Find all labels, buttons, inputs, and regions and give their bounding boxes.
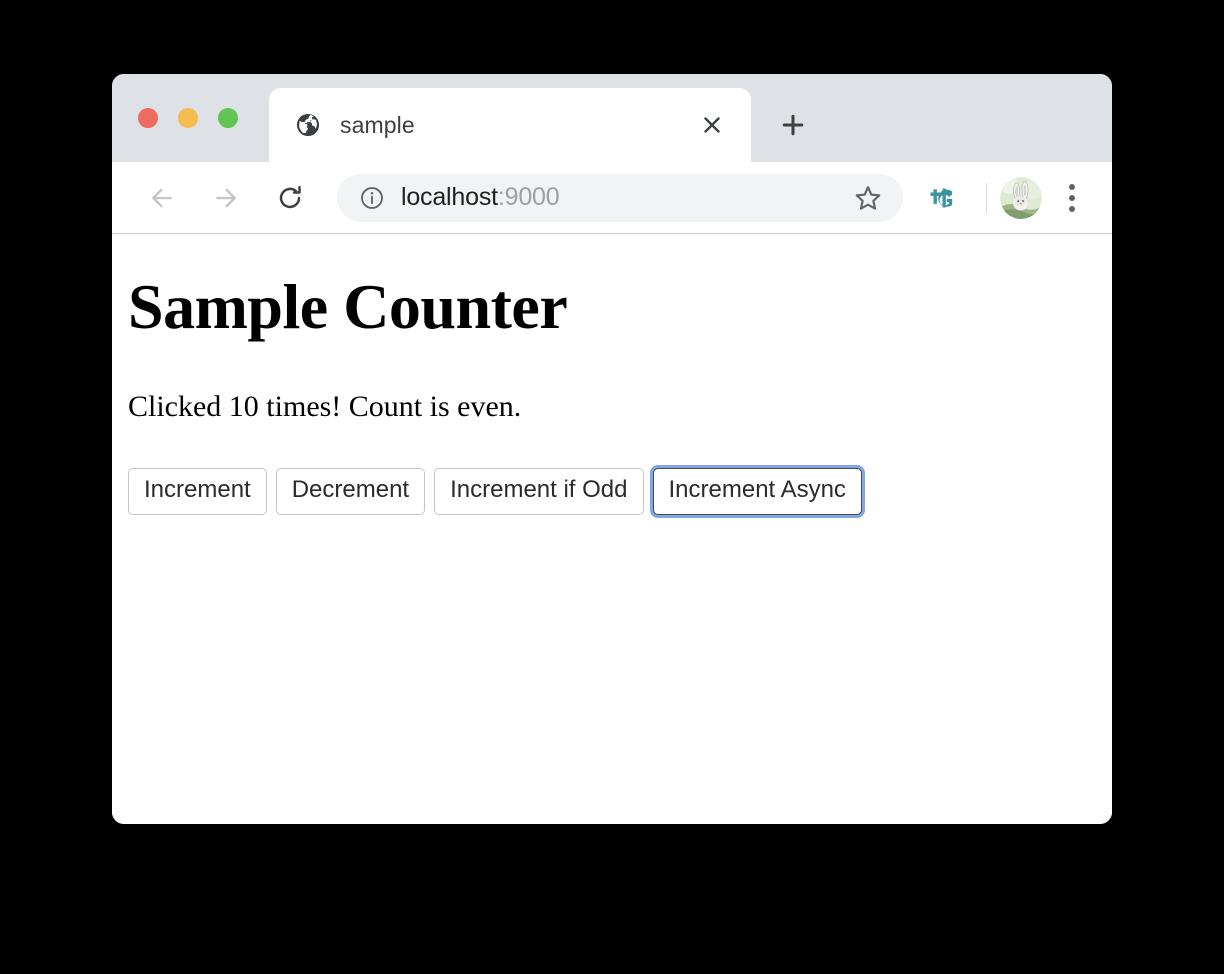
- url-port: :9000: [497, 183, 560, 211]
- browser-window: sample localhost:9000 Sample Counter Cli…: [112, 74, 1112, 824]
- increment-async-button[interactable]: Increment Async: [652, 468, 862, 515]
- menu-dot-2: [1069, 194, 1075, 201]
- counter-status-text: Clicked 10 times! Count is even.: [128, 390, 522, 424]
- new-tab-button[interactable]: [765, 97, 821, 153]
- maximize-window-button[interactable]: [218, 108, 238, 128]
- toolbar-divider: [986, 182, 987, 213]
- browser-tab-sample[interactable]: sample: [269, 88, 751, 162]
- window-controls: [138, 108, 238, 128]
- menu-dot-3: [1069, 205, 1075, 212]
- counter-button-row: Increment Decrement Increment if Odd Inc…: [128, 468, 1096, 515]
- back-button[interactable]: [140, 176, 184, 220]
- tab-strip: sample: [112, 74, 1112, 162]
- decrement-button[interactable]: Decrement: [275, 468, 426, 515]
- globe-icon: [295, 112, 321, 138]
- page-title: Sample Counter: [128, 271, 568, 342]
- forward-button[interactable]: [204, 176, 248, 220]
- increment-button[interactable]: Increment: [128, 468, 267, 515]
- menu-dot-1: [1069, 183, 1075, 190]
- increment-if-odd-button[interactable]: Increment if Odd: [434, 468, 644, 515]
- minimize-window-button[interactable]: [178, 108, 198, 128]
- profile-avatar[interactable]: [1000, 176, 1042, 219]
- extension-4g-logo-icon[interactable]: [921, 177, 963, 219]
- info-circle-icon[interactable]: [359, 185, 385, 211]
- three-dot-menu-icon[interactable]: [1050, 176, 1094, 220]
- reload-button[interactable]: [268, 176, 312, 220]
- close-window-button[interactable]: [138, 108, 158, 128]
- page-viewport: Sample Counter Clicked 10 times! Count i…: [112, 234, 1112, 824]
- address-bar-url[interactable]: localhost:9000: [401, 183, 851, 212]
- screen: sample localhost:9000 Sample Counter Cli…: [0, 0, 1224, 974]
- tab-title: sample: [340, 111, 415, 138]
- address-bar[interactable]: localhost:9000: [337, 173, 903, 222]
- tabs-area: sample: [269, 74, 821, 162]
- close-tab-button[interactable]: [697, 110, 727, 140]
- bookmark-star-icon[interactable]: [851, 181, 885, 215]
- browser-toolbar: localhost:9000: [112, 162, 1112, 234]
- url-host: localhost: [401, 183, 498, 211]
